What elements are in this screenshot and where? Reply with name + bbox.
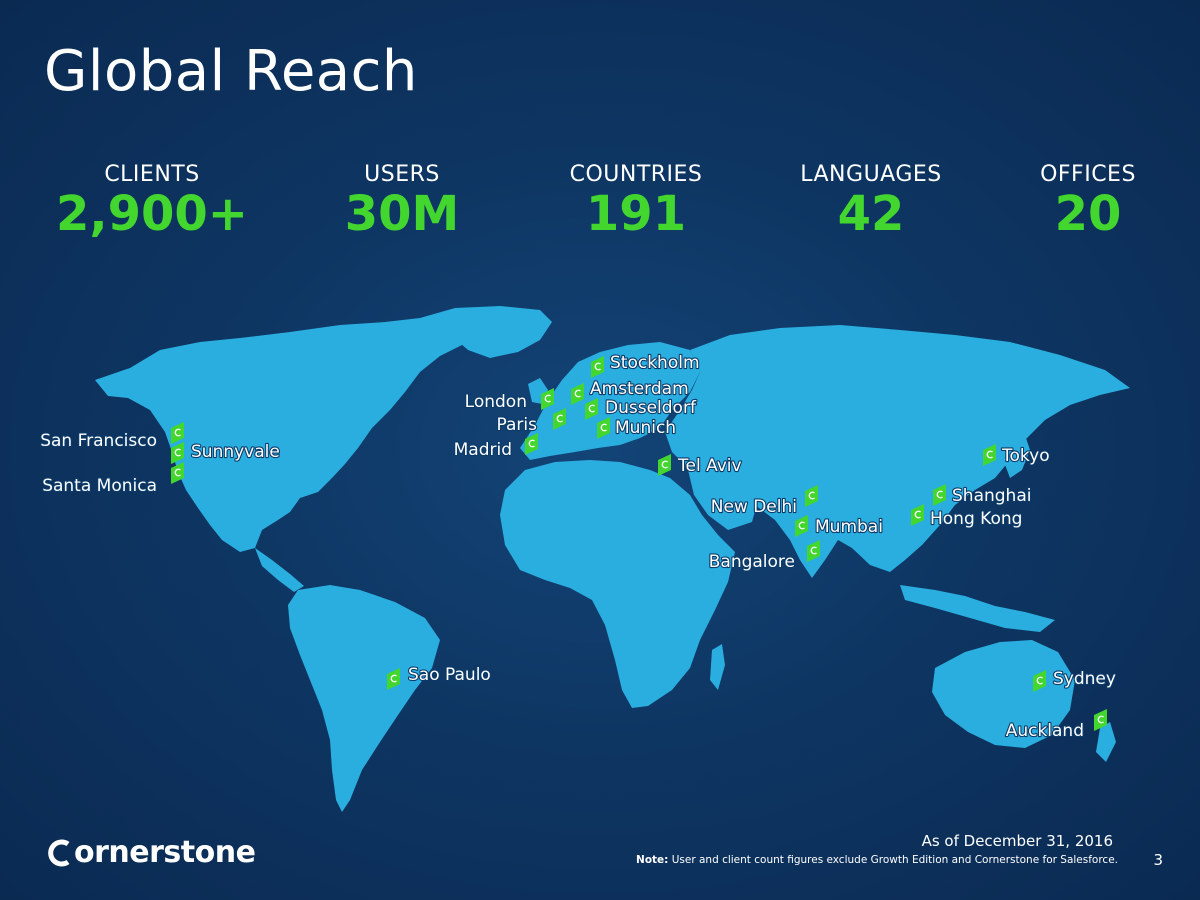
- marker-flag-icon: [658, 454, 671, 476]
- office-label-stockholm: Stockholm: [610, 353, 700, 373]
- office-label-san-francisco: San Francisco: [40, 431, 157, 451]
- office-label-bangalore: Bangalore: [709, 552, 795, 572]
- cornerstone-logo-icon: [48, 839, 70, 867]
- office-label-munich: Munich: [615, 418, 676, 438]
- world-map: Stockholm Amsterdam London Dusseldorf Paris M…: [39, 306, 1130, 812]
- office-label-paris: Paris: [497, 415, 538, 435]
- note-text: User and client count figures exclude Gr…: [668, 854, 1118, 866]
- cornerstone-logo: ornerstone: [46, 835, 256, 870]
- office-label-sunnyvale: Sunnyvale: [191, 442, 280, 462]
- land-madagascar: [710, 644, 725, 690]
- office-label-shanghai: Shanghai: [952, 486, 1031, 506]
- office-marker-tel-aviv: [658, 454, 671, 476]
- office-label-london: London: [465, 392, 527, 412]
- office-label-dusseldorf: Dusseldorf: [605, 398, 697, 418]
- land-south-america: [288, 585, 440, 812]
- logo-text: ornerstone: [74, 835, 256, 870]
- office-label-sao-paulo: Sao Paulo: [408, 665, 491, 685]
- land-southeast-asia-islands: [900, 585, 1055, 632]
- land-asia: [665, 325, 1130, 578]
- office-label-sydney: Sydney: [1053, 669, 1116, 689]
- office-label-hong-kong: Hong Kong: [930, 509, 1022, 529]
- office-label-tokyo: Tokyo: [1001, 446, 1050, 466]
- office-label-tel-aviv: Tel Aviv: [677, 456, 742, 476]
- office-label-auckland: Auckland: [1006, 721, 1084, 741]
- footnote: Note: User and client count figures excl…: [636, 854, 1118, 866]
- office-label-new-delhi: New Delhi: [711, 497, 797, 517]
- land-central-america: [255, 548, 304, 592]
- office-label-madrid: Madrid: [454, 440, 512, 460]
- office-label-santa-monica: Santa Monica: [42, 476, 157, 496]
- office-label-amsterdam: Amsterdam: [590, 379, 689, 399]
- office-label-mumbai: Mumbai: [815, 517, 883, 537]
- page-number: 3: [1153, 851, 1163, 869]
- as-of-date: As of December 31, 2016: [921, 832, 1113, 850]
- note-prefix: Note:: [636, 854, 669, 866]
